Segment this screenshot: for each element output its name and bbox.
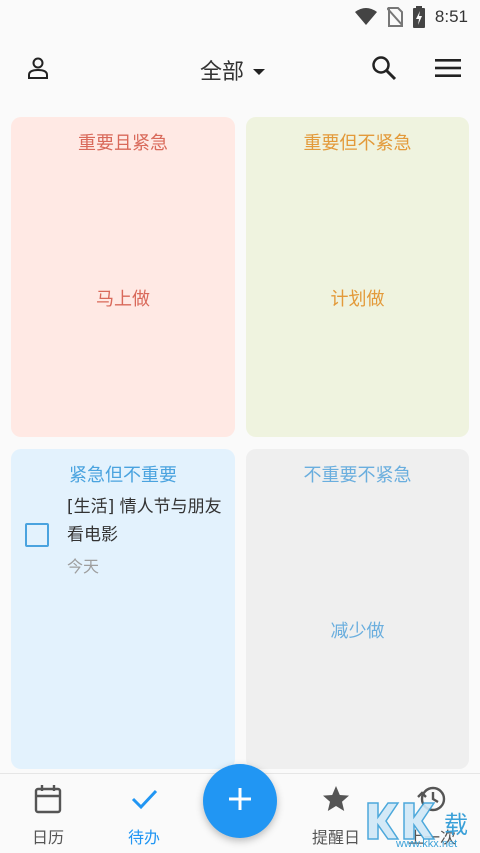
quadrant-important-urgent[interactable]: 重要且紧急 马上做 xyxy=(11,117,235,437)
search-button[interactable] xyxy=(366,52,402,88)
plus-icon xyxy=(228,787,252,815)
svg-text:载: 载 xyxy=(444,811,468,839)
battery-charging-icon xyxy=(412,6,425,28)
status-time: 8:51 xyxy=(434,7,468,26)
calendar-icon xyxy=(34,784,62,818)
quadrant-title: 重要且紧急 xyxy=(78,133,168,154)
nav-label: 提醒日 xyxy=(311,828,360,847)
star-icon xyxy=(321,784,351,818)
status-bar: 8:51 xyxy=(0,0,480,34)
quadrant-empty-hint: 减少做 xyxy=(330,621,385,642)
no-sim-icon xyxy=(386,7,403,27)
quadrant-title: 重要但不紧急 xyxy=(303,133,412,154)
quadrant-title: 紧急但不重要 xyxy=(69,465,177,486)
search-icon xyxy=(371,55,397,85)
nav-todo[interactable]: 待办 xyxy=(104,784,184,847)
profile-button[interactable] xyxy=(20,52,56,88)
menu-button[interactable] xyxy=(430,52,466,88)
filter-label: 全部 xyxy=(200,60,245,85)
caret-down-icon xyxy=(252,61,266,80)
quadrant-empty-hint: 计划做 xyxy=(330,289,385,310)
nav-label: 待办 xyxy=(127,828,160,847)
person-icon xyxy=(26,56,50,84)
quadrant-urgent-not-important[interactable]: 紧急但不重要 [生活] 情人节与朋友看电影 今天 xyxy=(11,449,235,769)
task-date: 今天 xyxy=(67,557,100,576)
watermark-text: www.kkx.net xyxy=(396,838,458,850)
nav-label: 日历 xyxy=(31,828,64,847)
menu-icon xyxy=(435,58,461,82)
task-title[interactable]: [生活] 情人节与朋友看电影 xyxy=(67,493,227,549)
quadrant-important-not-urgent[interactable]: 重要但不紧急 计划做 xyxy=(246,117,469,437)
nav-calendar[interactable]: 日历 xyxy=(8,784,88,847)
quadrant-not-important-not-urgent[interactable]: 不重要不紧急 减少做 xyxy=(246,449,469,769)
quadrant-title: 不重要不紧急 xyxy=(303,465,412,486)
quadrant-empty-hint: 马上做 xyxy=(96,289,150,310)
check-icon xyxy=(129,784,159,818)
app-bar: 全部 xyxy=(0,40,480,100)
category-filter-dropdown[interactable]: 全部 xyxy=(200,54,266,86)
add-task-button[interactable] xyxy=(203,764,277,838)
task-checkbox[interactable] xyxy=(25,523,49,547)
wifi-icon xyxy=(354,8,377,26)
